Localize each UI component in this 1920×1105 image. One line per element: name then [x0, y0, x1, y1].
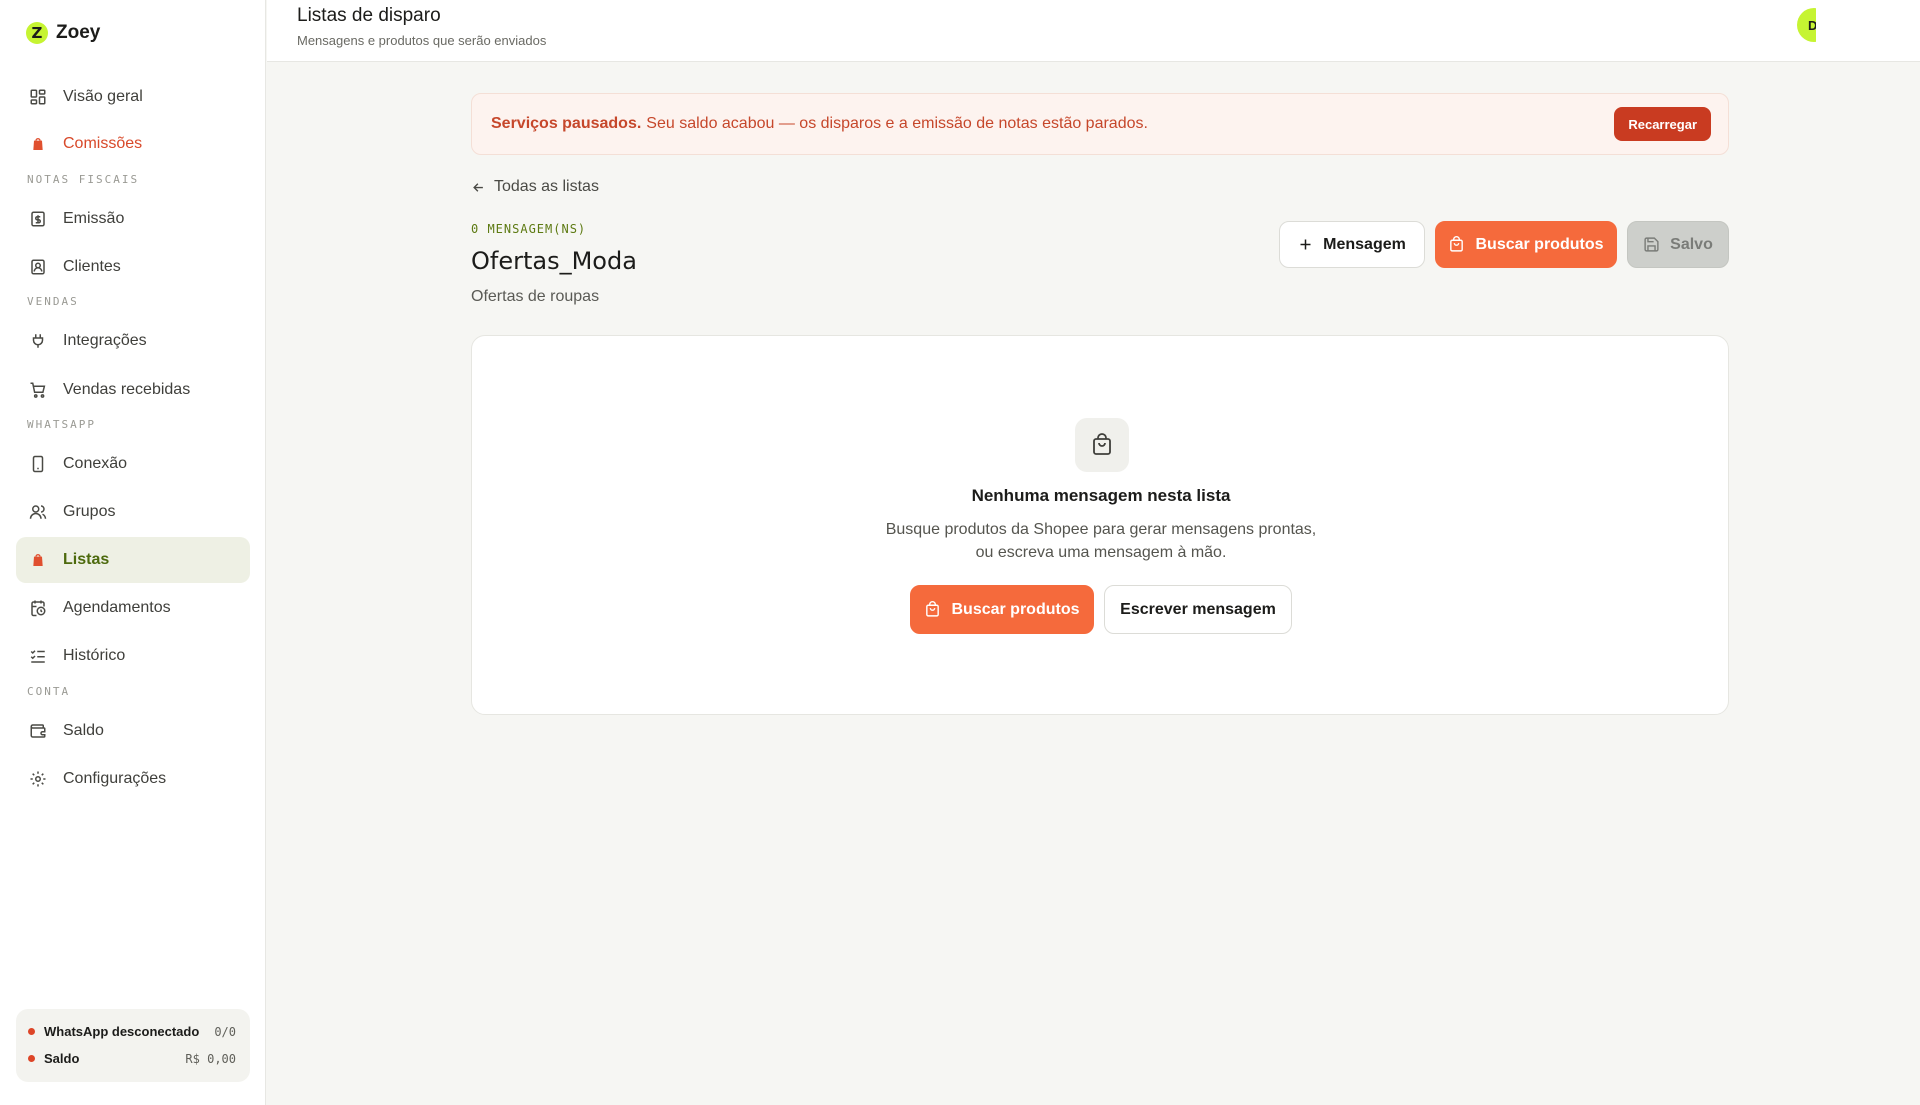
page-subtitle: Mensagens e produtos que serão enviados	[297, 33, 547, 48]
sidebar-item-label: Listas	[63, 551, 110, 568]
search-products-button[interactable]: Buscar produtos	[1435, 221, 1617, 268]
sidebar-item-historico[interactable]: Histórico	[16, 633, 250, 679]
add-message-label: Mensagem	[1323, 235, 1406, 253]
services-paused-alert: Serviços pausados. Seu saldo acabou — os…	[471, 93, 1729, 155]
empty-state-line-2: ou escreva uma mensagem à mão.	[975, 544, 1227, 561]
list-description: Ofertas de roupas	[471, 288, 600, 305]
avatar-mask	[1816, 0, 1846, 60]
recharge-button[interactable]: Recarregar	[1614, 107, 1711, 141]
write-message-button[interactable]: Escrever mensagem	[1104, 585, 1292, 634]
zoey-logo-icon: Z	[26, 22, 48, 44]
whatsapp-status-label: WhatsApp desconectado	[44, 1024, 200, 1039]
sidebar: Z Zoey Visão geral Comissões NOTAS FISCA…	[0, 0, 266, 1105]
sidebar-item-visao-geral[interactable]: Visão geral	[16, 74, 250, 120]
add-message-button[interactable]: Mensagem	[1279, 221, 1425, 268]
arrow-left-icon	[471, 180, 486, 195]
connection-status-card: WhatsApp desconectado 0/0 Saldo R$ 0,00	[16, 1009, 250, 1082]
section-label-notas-fiscais: NOTAS FISCAIS	[27, 173, 140, 186]
sidebar-item-agendamentos[interactable]: Agendamentos	[16, 585, 250, 631]
back-link-label: Todas as listas	[494, 178, 599, 195]
sidebar-item-label: Histórico	[63, 647, 126, 664]
sidebar-item-configuracoes[interactable]: Configurações	[16, 756, 250, 802]
sidebar-item-listas[interactable]: Listas	[16, 537, 250, 583]
saldo-status-value: R$ 0,00	[185, 1051, 236, 1066]
bag-icon	[28, 550, 48, 570]
plug-icon	[28, 331, 48, 351]
bag-icon	[28, 134, 48, 154]
sidebar-item-label: Agendamentos	[63, 599, 171, 616]
empty-state-line-1: Busque produtos da Shopee para gerar men…	[885, 521, 1317, 538]
cart-icon	[28, 380, 48, 400]
whatsapp-status: WhatsApp desconectado 0/0	[28, 1018, 236, 1045]
message-count: 0 MENSAGEM(NS)	[471, 222, 587, 236]
save-button[interactable]: Salvo	[1627, 221, 1729, 268]
write-message-label: Escrever mensagem	[1120, 600, 1276, 618]
empty-state-title: Nenhuma mensagem nesta lista	[971, 486, 1231, 505]
gear-icon	[28, 769, 48, 789]
empty-search-products-button[interactable]: Buscar produtos	[910, 585, 1094, 634]
search-products-label: Buscar produtos	[1475, 235, 1604, 253]
app-name: Zoey	[56, 22, 101, 43]
messages-empty-state-card: Nenhuma mensagem nesta lista Busque prod…	[471, 335, 1729, 715]
empty-search-products-label: Buscar produtos	[951, 600, 1080, 618]
sidebar-item-label: Saldo	[63, 722, 104, 739]
top-bar: Listas de disparo Mensagens e produtos q…	[267, 0, 1920, 62]
sidebar-item-label: Emissão	[63, 210, 125, 227]
floppy-disk-icon	[1643, 236, 1660, 253]
sidebar-item-comissoes[interactable]: Comissões	[16, 121, 250, 167]
sidebar-item-label: Grupos	[63, 503, 116, 520]
sidebar-item-clientes[interactable]: Clientes	[16, 244, 250, 290]
sidebar-item-vendas-recebidas[interactable]: Vendas recebidas	[16, 367, 250, 413]
shopping-bag-icon	[1448, 236, 1465, 253]
sidebar-item-label: Integrações	[63, 332, 147, 349]
alert-title: Serviços pausados.	[491, 115, 642, 132]
sidebar-item-label: Clientes	[63, 258, 121, 275]
status-dot-icon	[28, 1028, 35, 1035]
sidebar-item-label: Conexão	[63, 455, 128, 472]
list-check-icon	[28, 646, 48, 666]
alert-text: Seu saldo acabou — os disparos e a emiss…	[646, 115, 1148, 132]
saldo-status: Saldo R$ 0,00	[28, 1045, 236, 1072]
sidebar-item-emissao[interactable]: Emissão	[16, 196, 250, 242]
sidebar-item-label: Visão geral	[63, 88, 143, 105]
sidebar-item-grupos[interactable]: Grupos	[16, 489, 250, 535]
save-button-label: Salvo	[1670, 235, 1713, 253]
status-dot-icon	[28, 1055, 35, 1062]
list-name: Ofertas_Moda	[471, 247, 637, 275]
contact-icon	[28, 257, 48, 277]
section-label-vendas: VENDAS	[27, 295, 79, 308]
wallet-icon	[28, 721, 48, 741]
saldo-status-label: Saldo	[44, 1051, 80, 1066]
shopping-bag-icon	[924, 601, 941, 618]
section-label-whatsapp: WHATSAPP	[27, 418, 96, 431]
sidebar-item-integracoes[interactable]: Integrações	[16, 318, 250, 364]
sidebar-item-label: Comissões	[63, 135, 143, 152]
sidebar-item-label: Configurações	[63, 770, 167, 787]
sidebar-item-label: Vendas recebidas	[63, 381, 191, 398]
sidebar-item-conexao[interactable]: Conexão	[16, 441, 250, 487]
receipt-icon	[28, 209, 48, 229]
whatsapp-status-value: 0/0	[214, 1024, 236, 1039]
section-label-conta: CONTA	[27, 685, 71, 698]
page-title: Listas de disparo	[297, 5, 441, 26]
dashboard-icon	[28, 87, 48, 107]
back-to-all-lists-link[interactable]: Todas as listas	[471, 178, 599, 196]
calendar-clock-icon	[28, 598, 48, 618]
users-icon	[28, 502, 48, 522]
brand[interactable]: Z Zoey	[26, 22, 100, 44]
empty-state-text: Busque produtos da Shopee para gerar men…	[472, 518, 1730, 564]
plus-icon	[1298, 237, 1313, 252]
phone-icon	[28, 454, 48, 474]
sidebar-item-saldo[interactable]: Saldo	[16, 708, 250, 754]
shopping-bag-icon	[1075, 418, 1129, 472]
